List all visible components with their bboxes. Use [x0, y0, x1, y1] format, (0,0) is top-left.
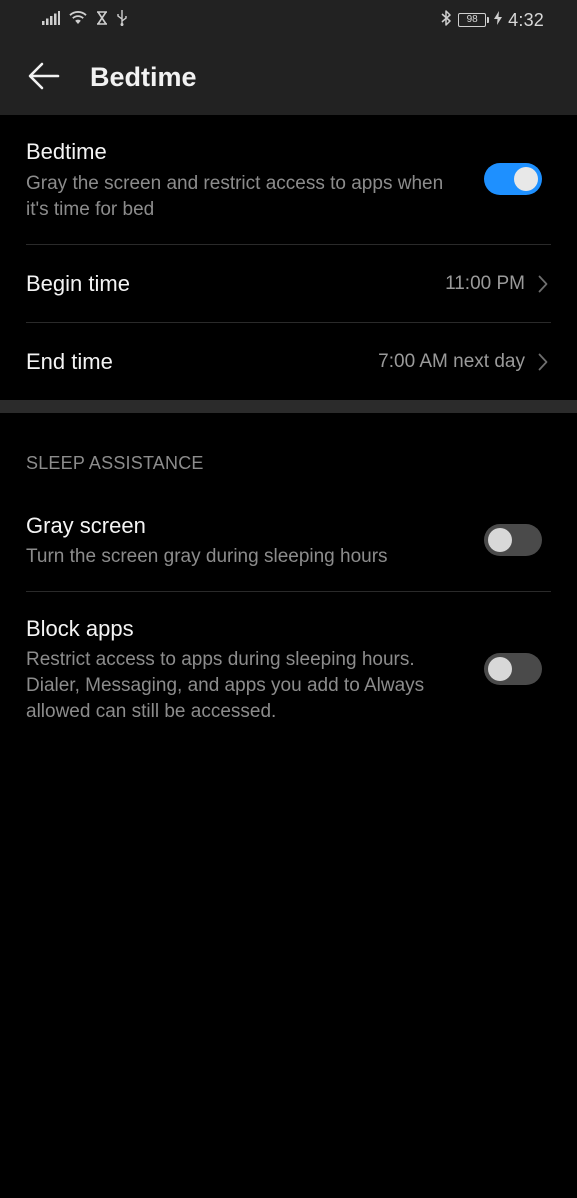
block-apps-row[interactable]: Block apps Restrict access to apps durin… [0, 592, 577, 742]
status-left-icons [42, 9, 128, 31]
battery-level: 98 [466, 14, 478, 25]
gray-screen-row[interactable]: Gray screen Turn the screen gray during … [0, 495, 577, 591]
bedtime-subtitle: Gray the screen and restrict access to a… [26, 173, 444, 220]
block-apps-toggle[interactable] [484, 653, 542, 685]
bluetooth-icon [440, 9, 452, 31]
battery-icon: 98 [458, 13, 490, 27]
toggle-knob [514, 167, 538, 191]
usb-icon [116, 9, 128, 31]
chevron-right-icon [535, 350, 551, 374]
toggle-knob [488, 528, 512, 552]
status-right-icons: 98 4:32 [440, 9, 544, 31]
bedtime-row[interactable]: Bedtime Gray the screen and restrict acc… [0, 115, 577, 244]
app-bar: Bedtime [0, 40, 577, 115]
section-header-sleep-assistance: SLEEP ASSISTANCE [26, 453, 204, 473]
status-time: 4:32 [508, 9, 544, 30]
end-time-label: End time [26, 349, 113, 374]
hourglass-icon [96, 10, 108, 30]
signal-icon [42, 10, 60, 30]
begin-time-label: Begin time [26, 271, 130, 296]
page-title: Bedtime [90, 62, 197, 92]
bedtime-title: Bedtime [26, 139, 107, 164]
status-bar: 98 4:32 [0, 0, 577, 40]
chevron-right-icon [535, 272, 551, 296]
section-separator [0, 400, 577, 413]
end-time-row[interactable]: End time 7:00 AM next day [0, 323, 577, 400]
block-apps-subtitle: Restrict access to apps during sleeping … [26, 649, 425, 722]
end-time-value: 7:00 AM next day [378, 351, 525, 372]
back-button[interactable] [22, 56, 66, 100]
block-apps-title: Block apps [26, 616, 134, 641]
gray-screen-toggle[interactable] [484, 524, 542, 556]
charging-icon [494, 10, 503, 30]
toggle-knob [488, 657, 512, 681]
bedtime-toggle[interactable] [484, 163, 542, 195]
begin-time-value: 11:00 PM [445, 273, 525, 294]
gray-screen-subtitle: Turn the screen gray during sleeping hou… [26, 546, 388, 567]
gray-screen-title: Gray screen [26, 513, 146, 538]
begin-time-row[interactable]: Begin time 11:00 PM [0, 245, 577, 322]
wifi-icon [68, 10, 88, 30]
arrow-left-icon [28, 62, 60, 95]
